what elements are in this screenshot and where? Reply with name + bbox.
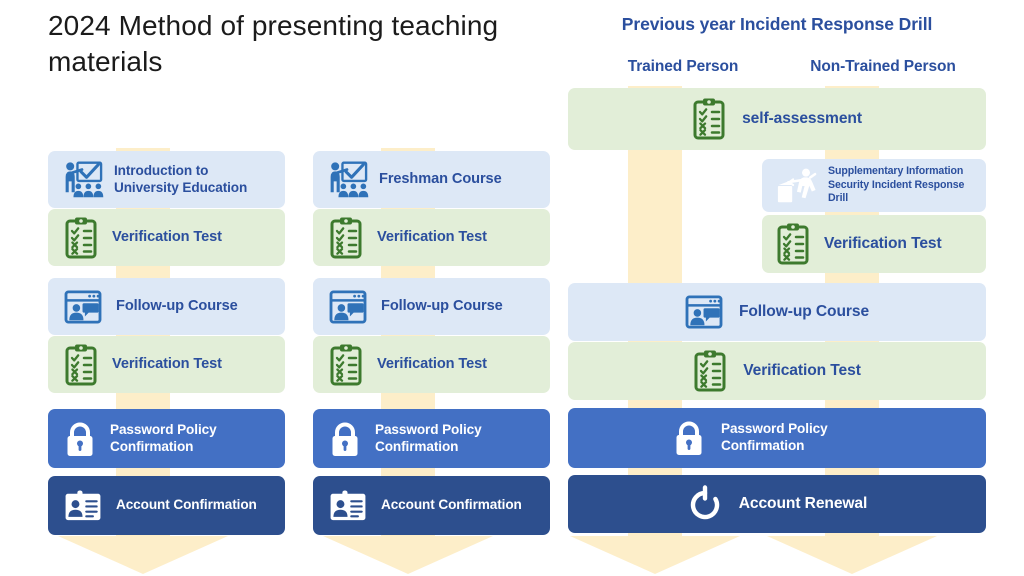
step-card-password-policy-right[interactable]: Password Policy Confirmation <box>568 408 986 468</box>
clipboard-checklist-icon <box>776 223 810 265</box>
step-card-verification-test-2[interactable]: Verification Test <box>313 336 550 393</box>
flow-arrow-non-trained <box>767 536 937 574</box>
step-card-label: Follow-up Course <box>381 297 503 314</box>
slide-canvas: 2024 Method of presenting teaching mater… <box>0 0 1024 576</box>
clipboard-checklist-icon <box>329 217 363 259</box>
fire-drill-person-icon <box>772 166 820 206</box>
step-card-label: Follow-up Course <box>738 303 870 321</box>
column-header-trained: Trained Person <box>627 58 739 75</box>
clipboard-checklist-icon <box>693 350 727 392</box>
step-card-verification-test-non-trained[interactable]: Verification Test <box>762 215 986 273</box>
step-card-introduction-to-university-education[interactable]: Introduction to University Education <box>48 151 285 208</box>
padlock-icon <box>673 419 705 457</box>
id-card-icon <box>329 489 367 522</box>
step-card-label: Verification Test <box>112 355 222 372</box>
video-conference-icon <box>64 289 102 324</box>
column-header-non-trained: Non-Trained Person <box>810 58 956 75</box>
step-card-password-policy-confirmation[interactable]: Password Policy Confirmation <box>313 409 550 468</box>
step-card-follow-up-course-1[interactable]: Follow-up Course <box>313 278 550 335</box>
id-card-icon <box>64 489 102 522</box>
video-conference-icon <box>329 289 367 324</box>
step-card-supplementary-incident-response-drill[interactable]: Supplementary Information Security Incid… <box>762 159 986 212</box>
flow-arrow-trained <box>570 536 740 574</box>
step-card-label: Account Confirmation <box>116 497 257 513</box>
step-card-label: Password Policy Confirmation <box>110 421 217 454</box>
step-card-verification-test-right[interactable]: Verification Test <box>568 342 986 400</box>
step-card-label: Verification Test <box>824 235 942 253</box>
step-card-label: Verification Test <box>743 362 861 380</box>
clipboard-checklist-icon <box>692 98 726 140</box>
step-card-label: Follow-up Course <box>116 297 238 314</box>
step-card-label: Supplementary Information Security Incid… <box>828 164 965 205</box>
refresh-circle-icon <box>687 485 723 523</box>
step-card-label: Introduction to University Education <box>114 162 248 195</box>
step-card-label: self-assessment <box>742 110 862 128</box>
step-card-freshman-course[interactable]: Freshman Course <box>313 151 550 208</box>
clipboard-checklist-icon <box>329 344 363 386</box>
step-card-password-policy-confirmation[interactable]: Password Policy Confirmation <box>48 409 285 468</box>
clipboard-checklist-icon <box>64 344 98 386</box>
step-card-follow-up-course-right[interactable]: Follow-up Course <box>568 283 986 341</box>
padlock-icon <box>329 420 361 458</box>
step-card-account-confirmation[interactable]: Account Confirmation <box>313 476 550 535</box>
right-panel-heading: Previous year Incident Response Drill <box>621 14 933 34</box>
step-card-label: Account Confirmation <box>381 497 522 513</box>
step-card-verification-test-1[interactable]: Verification Test <box>48 209 285 266</box>
video-conference-icon <box>685 295 723 329</box>
column-2024-track-1: Introduction to University Education Ver… <box>48 0 285 576</box>
step-card-label: Password Policy Confirmation <box>721 421 828 453</box>
clipboard-checklist-icon <box>64 217 98 259</box>
step-card-label: Verification Test <box>112 228 222 245</box>
step-card-self-assessment[interactable]: self-assessment <box>568 88 986 150</box>
step-card-label: Freshman Course <box>379 170 502 187</box>
step-card-label: Account Renewal <box>738 495 868 513</box>
step-card-verification-test-2[interactable]: Verification Test <box>48 336 285 393</box>
padlock-icon <box>64 420 96 458</box>
teacher-presentation-icon <box>60 160 104 200</box>
step-card-account-renewal[interactable]: Account Renewal <box>568 475 986 533</box>
teacher-presentation-icon <box>325 160 369 200</box>
step-card-verification-test-1[interactable]: Verification Test <box>313 209 550 266</box>
column-2024-track-2: Freshman Course Verification Test Follow… <box>313 0 550 576</box>
step-card-follow-up-course-1[interactable]: Follow-up Course <box>48 278 285 335</box>
step-card-label: Verification Test <box>377 355 487 372</box>
step-card-label: Password Policy Confirmation <box>375 421 482 454</box>
step-card-label: Verification Test <box>377 228 487 245</box>
step-card-account-confirmation[interactable]: Account Confirmation <box>48 476 285 535</box>
